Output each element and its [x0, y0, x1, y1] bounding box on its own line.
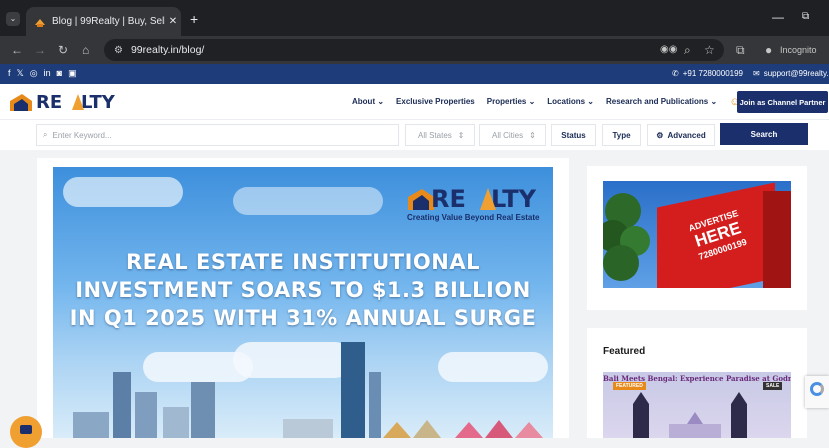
incognito-label[interactable]: Incognito: [780, 36, 817, 64]
skyline: [53, 167, 553, 438]
browser-tab-bar: ⌄ Blog | 99Realty | Buy, Sell, Rent ✕ + …: [0, 0, 829, 36]
states-chevron-icon: ⇕: [457, 130, 465, 140]
search-button[interactable]: Search: [720, 123, 808, 145]
url-field[interactable]: ⚙ 99realty.in/blog/: [104, 39, 724, 61]
nav-locations-label: Locations: [547, 97, 586, 106]
linkedin-icon[interactable]: in: [44, 68, 51, 79]
youtube-icon[interactable]: ▣: [68, 68, 77, 79]
states-select[interactable]: All States ⇕: [405, 124, 475, 146]
email-icon: ✉: [753, 69, 760, 78]
nav-research-label: Research and Publications: [606, 97, 709, 106]
nav-locations[interactable]: Locations ⌄: [547, 97, 594, 106]
favicon-icon: [35, 18, 45, 27]
nav-about[interactable]: About ⌄: [352, 97, 384, 106]
tab-title: Blog | 99Realty | Buy, Sell, Rent: [52, 16, 165, 27]
keyword-search-input[interactable]: ⌕ Enter Keyword...: [36, 124, 399, 146]
restore-icon[interactable]: ⧉: [802, 11, 809, 22]
cities-select-label: All Cities: [492, 130, 524, 140]
tab-search-button[interactable]: ⌄: [6, 12, 20, 26]
home-icon[interactable]: ⌂: [82, 36, 89, 64]
recaptcha-badge[interactable]: [805, 376, 829, 408]
nav-exclusive-properties[interactable]: Exclusive Properties: [396, 97, 475, 106]
tab-close-icon[interactable]: ✕: [165, 16, 181, 27]
x-icon[interactable]: 𝕏: [17, 68, 24, 79]
logo-a-icon: [72, 94, 84, 110]
phone-icon: ✆: [672, 69, 679, 78]
billboard-side: [763, 191, 791, 288]
forward-icon[interactable]: →: [34, 36, 46, 64]
tracking-eye-icon[interactable]: ◉◉: [660, 36, 677, 64]
site-header: RE LTY About ⌄ Exclusive Properties Prop…: [0, 84, 829, 119]
cities-chevron-icon: ⇕: [529, 130, 536, 140]
new-tab-icon[interactable]: +: [190, 11, 198, 27]
featured-heading: Featured: [603, 346, 646, 357]
states-select-label: All States: [418, 130, 452, 140]
nav-research[interactable]: Research and Publications ⌄: [606, 97, 717, 106]
cities-select[interactable]: All Cities ⇕: [479, 124, 546, 146]
zoom-icon[interactable]: ⌕: [684, 36, 691, 64]
temple-gate-icon: [633, 392, 747, 438]
top-info-strip: f 𝕏 ◎ in ◙ ▣ ✆ +91 7280000199 ✉ support@…: [0, 64, 829, 84]
browser-address-bar: ← → ↻ ⌂ ⚙ 99realty.in/blog/ ◉◉ ⌕ ☆ ⧉ ● I…: [0, 36, 829, 64]
advanced-label: Advanced: [667, 130, 706, 140]
bookmark-star-icon[interactable]: ☆: [704, 36, 715, 64]
incognito-icon: ●: [765, 43, 773, 57]
type-select[interactable]: Type: [602, 124, 641, 146]
join-channel-partner-button[interactable]: Join as Channel Partner: [737, 91, 828, 113]
phone-text[interactable]: +91 7280000199: [683, 69, 743, 78]
tree-icon: [603, 193, 650, 281]
email-text[interactable]: support@99realty.in: [764, 69, 829, 78]
advertise-banner[interactable]: ADVERTISE HERE 7280000199: [603, 181, 791, 288]
instagram-icon[interactable]: ◙: [57, 68, 62, 79]
keyword-placeholder: Enter Keyword...: [52, 130, 112, 140]
featured-badge: FEATURED: [613, 382, 646, 390]
reload-icon[interactable]: ↻: [58, 36, 68, 64]
chat-widget-button[interactable]: [10, 416, 42, 448]
advanced-button[interactable]: ⚙ Advanced: [647, 124, 715, 146]
nav-properties[interactable]: Properties ⌄: [487, 97, 536, 106]
site-logo[interactable]: RE LTY: [8, 91, 118, 113]
facebook-icon[interactable]: f: [8, 68, 11, 79]
advanced-gear-icon: ⚙: [656, 130, 664, 140]
whatsapp-icon[interactable]: ◎: [30, 68, 38, 79]
browser-tab[interactable]: Blog | 99Realty | Buy, Sell, Rent ✕: [26, 7, 181, 36]
search-icon: ⌕: [43, 130, 48, 139]
url-text: 99realty.in/blog/: [130, 44, 205, 56]
status-select[interactable]: Status: [551, 124, 596, 146]
nav-about-label: About: [352, 97, 376, 106]
blog-hero-image[interactable]: RE LTY Creating Value Beyond Real Estate…: [53, 167, 553, 438]
back-icon[interactable]: ←: [11, 36, 23, 64]
recaptcha-icon: [810, 382, 824, 396]
search-bar: ⌕ Enter Keyword... All States ⇕ All Citi…: [0, 119, 829, 150]
featured-listing-image[interactable]: Bali Meets Bengal: Experience Paradise a…: [603, 372, 791, 438]
minimize-icon[interactable]: —: [772, 10, 784, 24]
chat-icon: [20, 424, 32, 434]
extensions-icon[interactable]: ⧉: [736, 36, 745, 64]
site-settings-icon[interactable]: ⚙: [114, 45, 123, 56]
sale-badge: SALE: [763, 382, 783, 390]
nav-properties-label: Properties: [486, 97, 527, 106]
